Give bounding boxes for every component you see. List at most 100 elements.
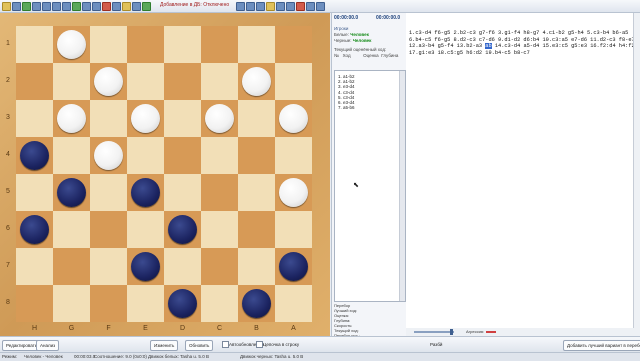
diagram-icon[interactable] — [296, 2, 305, 11]
board-square[interactable] — [16, 248, 53, 285]
white-checker[interactable] — [94, 67, 123, 96]
engine-icon[interactable] — [122, 2, 131, 11]
candidate-move-row[interactable]: 7. a5-b6 — [338, 105, 355, 110]
board-square[interactable] — [201, 174, 238, 211]
paste-icon[interactable] — [256, 2, 265, 11]
board-square[interactable] — [16, 63, 53, 100]
board-square[interactable] — [238, 137, 275, 174]
stop-icon[interactable] — [102, 2, 111, 11]
board-square[interactable] — [164, 174, 201, 211]
board-square[interactable] — [275, 137, 312, 174]
board-square[interactable] — [90, 26, 127, 63]
board-square[interactable] — [275, 26, 312, 63]
analyze-button[interactable]: Анализ — [36, 340, 60, 351]
black-checker[interactable] — [131, 178, 160, 207]
auto-update-checkbox[interactable] — [222, 341, 229, 348]
strength-slider-thumb[interactable] — [450, 329, 453, 335]
movelist-scrollbar[interactable] — [399, 71, 405, 301]
pdn-icon[interactable] — [276, 2, 285, 11]
board-square[interactable] — [90, 100, 127, 137]
black-checker[interactable] — [20, 215, 49, 244]
board-square[interactable] — [164, 137, 201, 174]
redo-icon[interactable] — [42, 2, 51, 11]
board-square[interactable] — [201, 248, 238, 285]
board-square[interactable] — [16, 100, 53, 137]
play-icon[interactable] — [72, 2, 81, 11]
help-icon[interactable] — [306, 2, 315, 11]
black-checker[interactable] — [242, 289, 271, 318]
black-checker[interactable] — [57, 178, 86, 207]
board-square[interactable] — [164, 100, 201, 137]
white-checker[interactable] — [242, 67, 271, 96]
board-square[interactable] — [90, 211, 127, 248]
board-square[interactable] — [53, 248, 90, 285]
board-square[interactable] — [53, 137, 90, 174]
new-game-icon[interactable] — [22, 2, 31, 11]
prev-move-icon[interactable] — [62, 2, 71, 11]
white-checker[interactable] — [279, 178, 308, 207]
board-square[interactable] — [238, 248, 275, 285]
black-checker[interactable] — [279, 252, 308, 281]
flip-board-icon[interactable] — [236, 2, 245, 11]
board-square[interactable] — [53, 285, 90, 322]
in-string-checkbox[interactable] — [256, 341, 263, 348]
next-move-icon[interactable] — [82, 2, 91, 11]
board-square[interactable] — [238, 174, 275, 211]
board-square[interactable] — [201, 63, 238, 100]
aggression-level-bar[interactable] — [486, 331, 496, 333]
board-square[interactable] — [164, 26, 201, 63]
board-square[interactable] — [16, 26, 53, 63]
board-square[interactable] — [90, 174, 127, 211]
update-button[interactable]: Обновить — [185, 340, 214, 351]
last-move-icon[interactable] — [92, 2, 101, 11]
print-icon[interactable] — [266, 2, 275, 11]
board-square[interactable] — [238, 100, 275, 137]
board-square[interactable] — [16, 285, 53, 322]
black-checker[interactable] — [168, 289, 197, 318]
notation-scrollbar[interactable] — [633, 13, 640, 336]
white-checker[interactable] — [57, 104, 86, 133]
black-checker[interactable] — [168, 215, 197, 244]
apply-best-button[interactable]: Добавить лучший вариант в перебор — [563, 340, 640, 351]
game-notation-panel[interactable]: 1.c3-d4 f6-g5 2.b2-c3 g7-f6 3.g1-f4 h8-g… — [406, 13, 640, 336]
about-icon[interactable] — [316, 2, 325, 11]
open-icon[interactable] — [2, 2, 11, 11]
word-icon[interactable] — [286, 2, 295, 11]
board-square[interactable] — [275, 63, 312, 100]
undo-icon[interactable] — [32, 2, 41, 11]
board-square[interactable] — [201, 285, 238, 322]
board-square[interactable] — [127, 211, 164, 248]
checkers-board[interactable] — [16, 26, 312, 322]
copy-icon[interactable] — [246, 2, 255, 11]
settings-icon[interactable] — [112, 2, 121, 11]
black-checker[interactable] — [20, 141, 49, 170]
board-square[interactable] — [201, 26, 238, 63]
board-square[interactable] — [16, 174, 53, 211]
white-checker[interactable] — [279, 104, 308, 133]
strength-slider-track[interactable] — [414, 331, 454, 333]
black-checker[interactable] — [131, 252, 160, 281]
current-move-highlight[interactable]: ab — [485, 43, 492, 49]
board-square[interactable] — [275, 285, 312, 322]
board-square[interactable] — [201, 137, 238, 174]
analysis-icon[interactable] — [132, 2, 141, 11]
board-square[interactable] — [53, 63, 90, 100]
white-checker[interactable] — [205, 104, 234, 133]
board-square[interactable] — [201, 211, 238, 248]
board-square[interactable] — [127, 285, 164, 322]
board-square[interactable] — [238, 26, 275, 63]
board-square[interactable] — [275, 211, 312, 248]
save-icon[interactable] — [12, 2, 21, 11]
board-square[interactable] — [164, 63, 201, 100]
board-square[interactable] — [90, 285, 127, 322]
board-square[interactable] — [53, 211, 90, 248]
board-square[interactable] — [127, 137, 164, 174]
white-checker[interactable] — [94, 141, 123, 170]
white-checker[interactable] — [131, 104, 160, 133]
change-button[interactable]: Изменить — [150, 340, 179, 351]
board-square[interactable] — [164, 248, 201, 285]
board-square[interactable] — [238, 211, 275, 248]
first-move-icon[interactable] — [52, 2, 61, 11]
board-square[interactable] — [127, 63, 164, 100]
white-checker[interactable] — [57, 30, 86, 59]
